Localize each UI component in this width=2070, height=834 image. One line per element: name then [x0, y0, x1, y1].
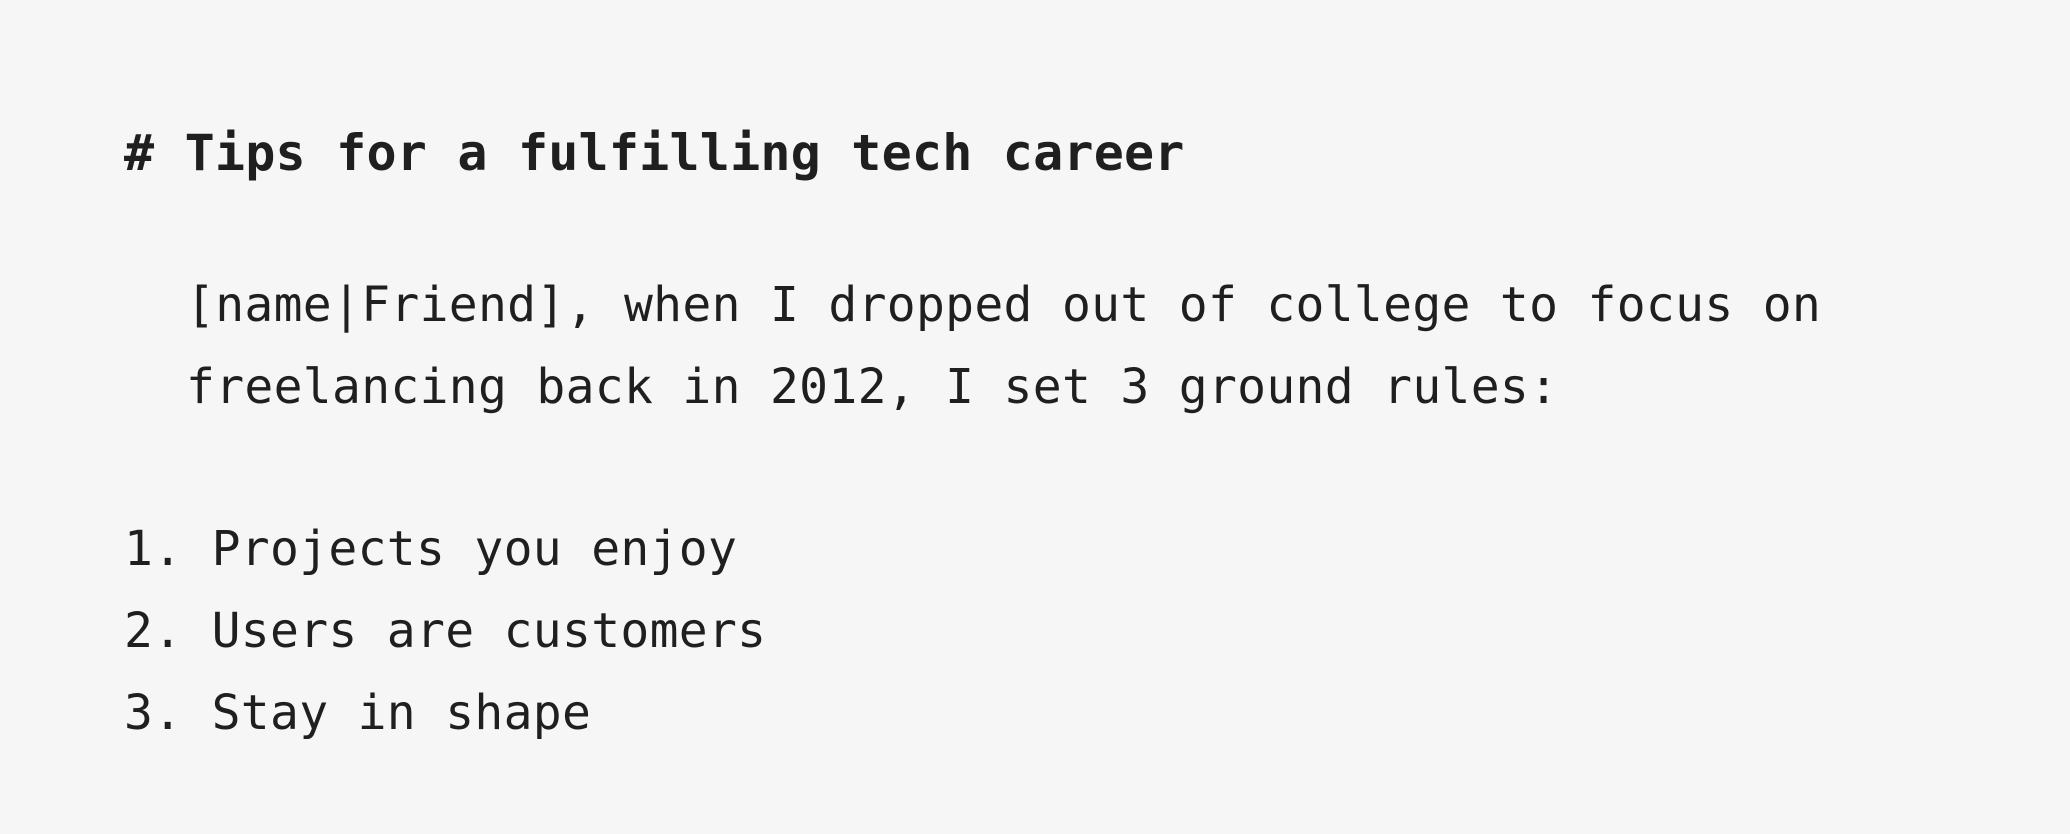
document-heading: # Tips for a fulfilling tech career: [124, 118, 2044, 188]
intro-paragraph: [name|Friend], when I dropped out of col…: [124, 264, 2046, 428]
heading-text: Tips for a fulfilling tech career: [184, 124, 1185, 182]
rules-list: 1. Projects you enjoy 2. Users are custo…: [124, 508, 2044, 754]
list-item-number: 1.: [124, 521, 183, 577]
paragraph-line: [name|Friend], when I dropped out of col…: [186, 277, 1822, 333]
list-item-number: 3.: [124, 685, 183, 741]
heading-marker: #: [124, 124, 155, 182]
document: # Tips for a fulfilling tech career [nam…: [124, 118, 2044, 754]
list-item: 3. Stay in shape: [124, 672, 2044, 754]
list-item-text: Projects you enjoy: [211, 521, 738, 577]
list-item-text: Stay in shape: [211, 685, 592, 741]
paragraph-line: freelancing back in 2012, I set 3 ground…: [186, 359, 1559, 415]
list-item: 1. Projects you enjoy: [124, 508, 2044, 590]
list-item-text: Users are customers: [211, 603, 767, 659]
list-item-number: 2.: [124, 603, 183, 659]
list-item: 2. Users are customers: [124, 590, 2044, 672]
